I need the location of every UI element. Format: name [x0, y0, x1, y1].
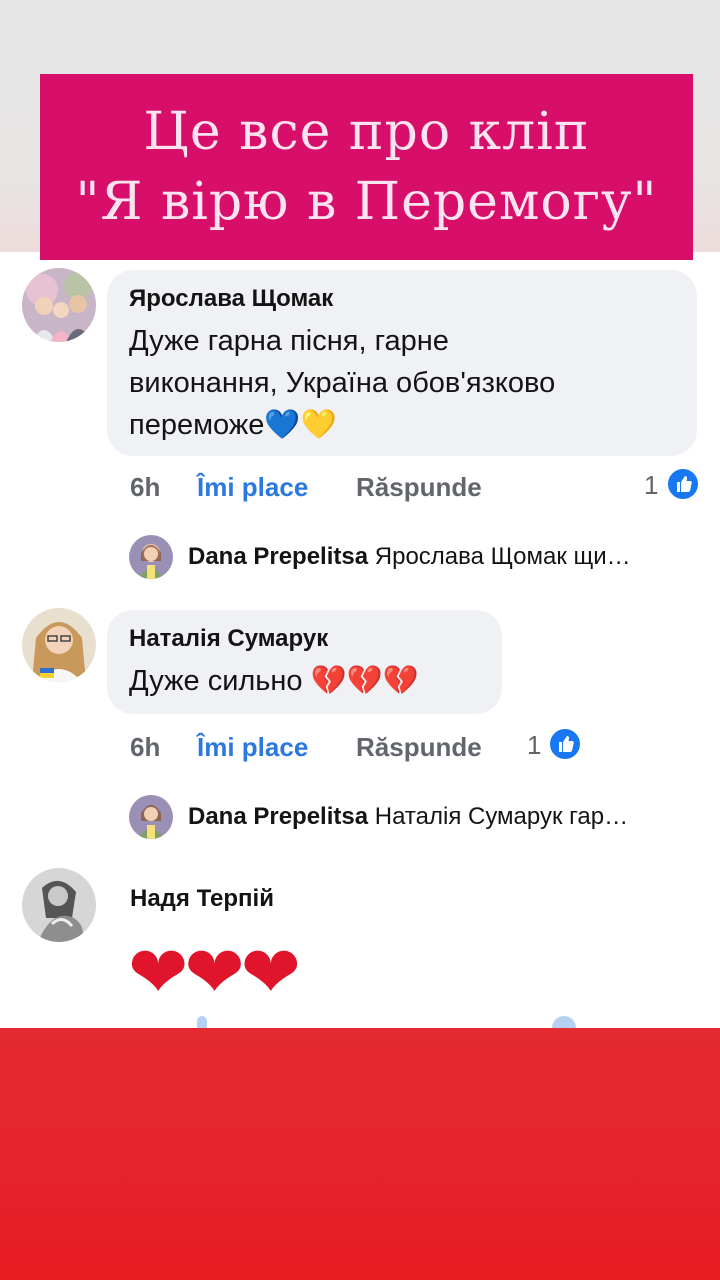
reply-preview-text: Ярослава Щомак щи… — [374, 543, 631, 570]
comment-text-line: переможе💙💛 — [129, 409, 337, 441]
like-button[interactable]: Îmi place — [197, 470, 308, 504]
like-count[interactable]: 1 — [527, 728, 541, 762]
avatar[interactable] — [129, 795, 173, 839]
avatar[interactable] — [22, 608, 96, 682]
comment-text: Дуже сильно 💔💔💔 — [129, 665, 419, 697]
banner-line-2: "Я вірю в Перемогу" — [75, 172, 658, 232]
comment-bubble: Ярослава Щомак Дуже гарна пісня, гарне в… — [107, 270, 697, 456]
comment-author[interactable]: Надя Терпій — [130, 884, 274, 914]
reply-author[interactable]: Dana Prepelitsa — [188, 803, 368, 830]
comment-bubble: Наталія Сумарук Дуже сильно 💔💔💔 — [107, 610, 502, 714]
reply-author[interactable]: Dana Prepelitsa — [188, 543, 368, 570]
reply-button[interactable]: Răspunde — [356, 470, 482, 504]
like-button[interactable]: Îmi place — [197, 730, 308, 764]
heart-emoji: 💙💛 — [264, 409, 337, 441]
comment-text-line: Дуже гарна пісня, гарне — [129, 325, 449, 357]
avatar[interactable] — [22, 868, 96, 942]
banner-line-1: Це все про кліп — [143, 102, 590, 162]
comment-time: 6h — [130, 472, 161, 502]
broken-heart-emoji: 💔💔💔 — [310, 665, 419, 697]
reply-button[interactable]: Răspunde — [356, 730, 482, 764]
avatar[interactable] — [129, 535, 173, 579]
bottom-background-band — [0, 1028, 720, 1280]
like-count[interactable]: 1 — [644, 468, 658, 502]
avatar[interactable] — [22, 268, 96, 342]
reply-preview-text: Наталія Сумарук гар… — [374, 803, 629, 830]
comment-author[interactable]: Наталія Сумарук — [129, 624, 480, 654]
comment-text-line: виконання, Україна обов'язково — [129, 367, 556, 399]
thumbs-up-icon — [666, 467, 700, 501]
reply-preview[interactable]: Dana Prepelitsa Ярослава Щомак щи… — [188, 541, 693, 573]
heart-emoji: ❤❤❤ — [128, 933, 301, 1013]
title-banner: Це все про кліп "Я вірю в Перемогу" — [40, 74, 693, 260]
reply-preview[interactable]: Dana Prepelitsa Наталія Сумарук гар… — [188, 801, 693, 833]
comment-author[interactable]: Ярослава Щомак — [129, 284, 675, 314]
comment-time: 6h — [130, 732, 161, 762]
thumbs-up-icon — [548, 727, 582, 761]
comment-text: Дуже гарна пісня, гарне виконання, Украї… — [129, 320, 675, 446]
